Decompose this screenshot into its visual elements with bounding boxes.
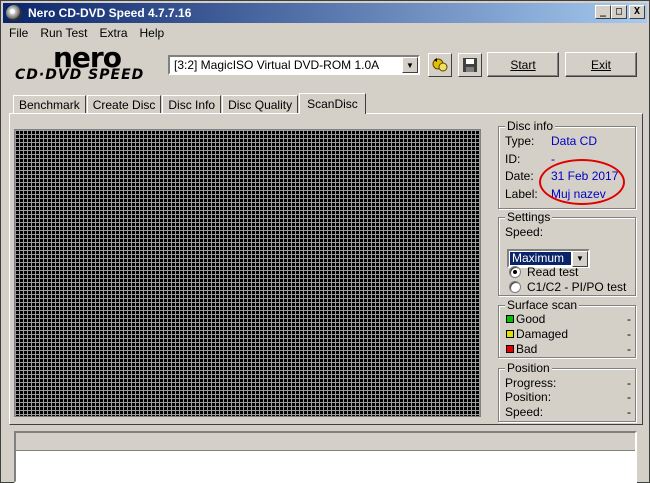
start-button-label: Start: [510, 57, 536, 72]
tab-disc-quality[interactable]: Disc Quality: [222, 95, 299, 113]
bad-label: Bad: [516, 342, 538, 356]
menu-run-test[interactable]: Run Test: [34, 26, 93, 40]
surface-scan-group: Surface scan Good - Damaged - Bad -: [498, 298, 636, 358]
good-label: Good: [516, 312, 546, 326]
refresh-drive-button[interactable]: [428, 53, 452, 77]
progress-label: Progress:: [505, 376, 557, 390]
log-panel-header: [16, 433, 635, 451]
position-group: Position Progress: - Position: - Speed: …: [498, 361, 636, 422]
type-label: Type:: [505, 134, 535, 148]
log-panel: [14, 431, 637, 483]
good-swatch: [506, 315, 514, 323]
scan-grid: [14, 129, 481, 417]
exit-button[interactable]: Exit: [565, 52, 637, 77]
maximize-button[interactable]: □: [611, 5, 627, 19]
disc-info-title: Disc info: [505, 119, 556, 133]
drive-select[interactable]: [3:2] MagicISO Virtual DVD-ROM 1.0A ▼: [168, 55, 420, 75]
speed-label: Speed:: [505, 225, 544, 239]
surface-scan-title: Surface scan: [505, 298, 580, 312]
position-label: Position:: [505, 390, 552, 404]
id-label: ID:: [505, 152, 521, 166]
read-test-radio[interactable]: [509, 266, 521, 278]
progress-value: -: [627, 376, 631, 390]
nero-logo: nero CD·DVD SPEED: [15, 41, 161, 83]
tab-benchmark[interactable]: Benchmark: [13, 95, 86, 113]
c1c2-test-radio[interactable]: [509, 281, 521, 293]
label-label: Label:: [505, 187, 538, 201]
bad-swatch: [506, 345, 514, 353]
damaged-label: Damaged: [516, 327, 569, 341]
damaged-value: -: [627, 327, 631, 341]
tab-create-disc[interactable]: Create Disc: [86, 95, 162, 113]
highlight-ellipse: [539, 159, 625, 205]
refresh-icon: [432, 58, 448, 72]
position-title: Position: [505, 361, 552, 375]
speed-select-value: Maximum: [510, 252, 571, 265]
tab-bar: Benchmark Create Disc Disc Info Disc Qua…: [13, 93, 367, 114]
app-window: Nero CD-DVD Speed 4.7.7.16 _ □ X File Ru…: [0, 0, 650, 483]
type-value: Data CD: [551, 134, 598, 148]
settings-title: Settings: [505, 210, 553, 224]
read-test-label: Read test: [527, 265, 579, 279]
pos-speed-label: Speed:: [505, 405, 544, 419]
bad-value: -: [627, 342, 631, 356]
save-button[interactable]: [458, 53, 482, 77]
pos-speed-value: -: [627, 405, 631, 419]
date-label: Date:: [505, 169, 534, 183]
menu-help[interactable]: Help: [134, 26, 171, 40]
close-button[interactable]: X: [629, 5, 645, 19]
settings-group: Settings Speed: Maximum ▼ Read test C1/C…: [498, 210, 636, 296]
c1c2-test-label: C1/C2 - PI/PO test: [527, 280, 627, 294]
tab-scandisc[interactable]: ScanDisc: [299, 93, 366, 114]
window-title: Nero CD-DVD Speed 4.7.7.16: [28, 6, 192, 20]
disc-icon: [6, 5, 22, 21]
chevron-down-icon[interactable]: ▼: [402, 57, 418, 73]
title-bar: Nero CD-DVD Speed 4.7.7.16 _ □ X: [3, 3, 647, 23]
tab-disc-info[interactable]: Disc Info: [162, 95, 222, 113]
exit-button-label: Exit: [590, 57, 611, 72]
start-button[interactable]: Start: [487, 52, 559, 77]
menu-bar: File Run Test Extra Help: [3, 24, 170, 42]
minimize-button[interactable]: _: [595, 5, 611, 19]
logo-sub-text: CD·DVD SPEED: [15, 67, 145, 83]
drive-select-value: [3:2] MagicISO Virtual DVD-ROM 1.0A: [174, 58, 380, 72]
good-value: -: [627, 312, 631, 326]
menu-extra[interactable]: Extra: [93, 26, 133, 40]
damaged-swatch: [506, 330, 514, 338]
position-value: -: [627, 390, 631, 404]
save-icon: [463, 58, 477, 72]
menu-file[interactable]: File: [3, 26, 34, 40]
